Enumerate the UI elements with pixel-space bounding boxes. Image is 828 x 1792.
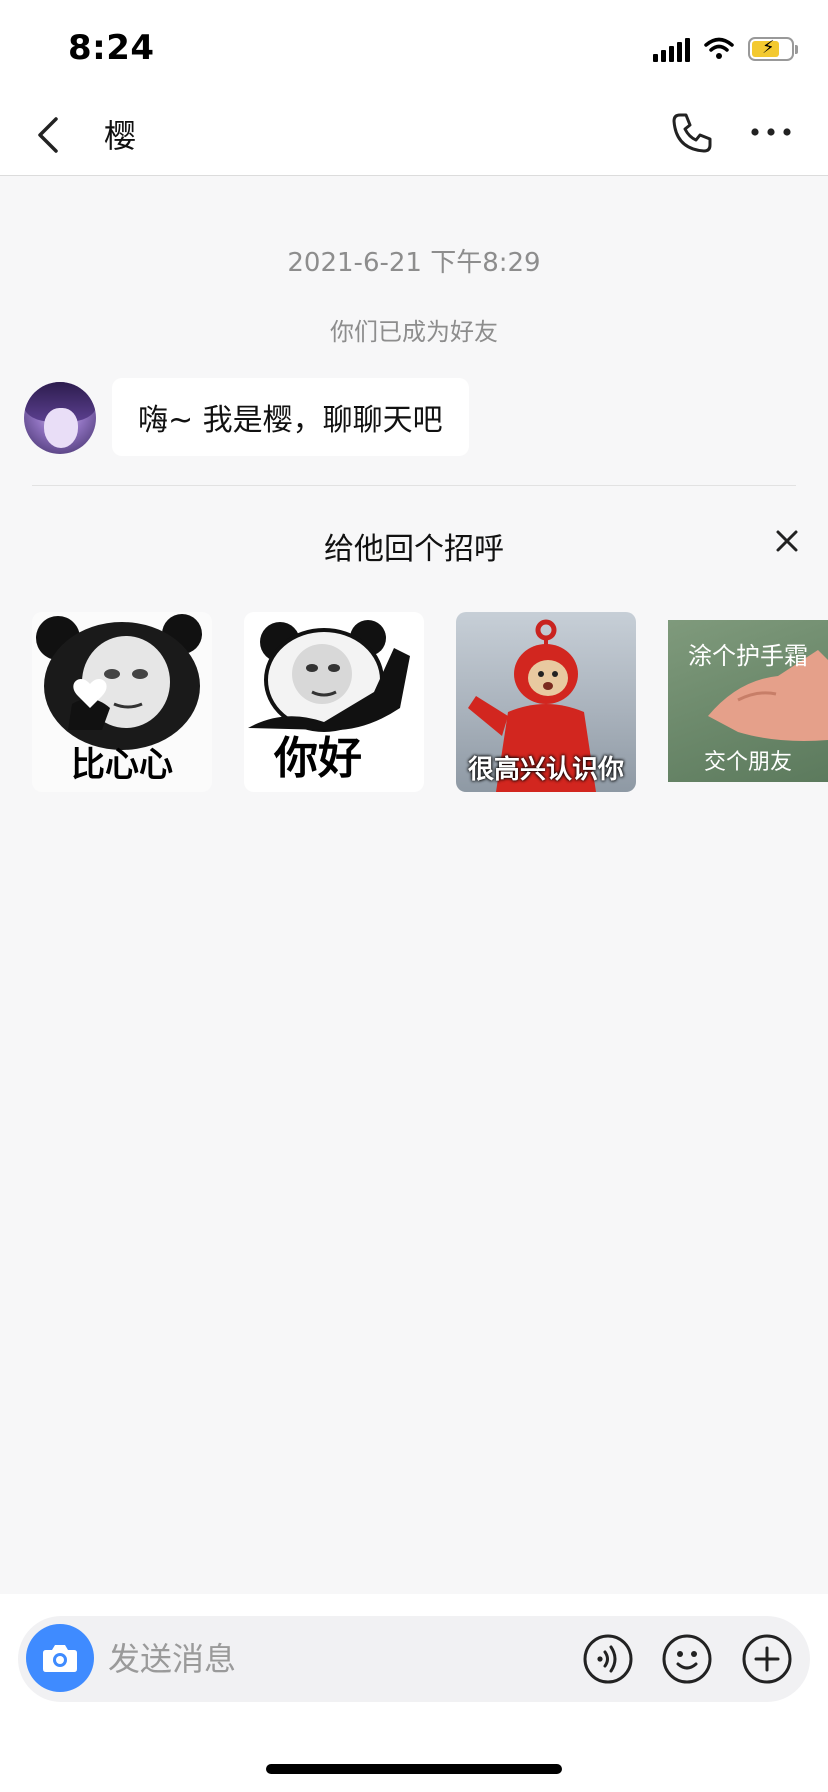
emoji-button[interactable] xyxy=(661,1633,713,1685)
chat-timestamp: 2021-6-21 下午8:29 xyxy=(287,248,541,278)
message-bubble[interactable]: 嗨~ 我是樱，聊聊天吧 xyxy=(112,378,469,456)
sticker-top-text: 涂个护手霜 xyxy=(688,642,808,670)
voice-button[interactable] xyxy=(582,1633,634,1685)
close-greeting-button[interactable] xyxy=(774,528,800,554)
wifi-icon xyxy=(704,37,734,59)
home-indicator xyxy=(266,1764,562,1774)
sticker-caption: 你好 xyxy=(274,733,362,784)
sticker-jiaogepengyou[interactable]: 涂个护手霜 交个朋友 xyxy=(668,620,828,782)
sticker-nihao[interactable]: 你好 xyxy=(244,612,424,792)
status-bar: 8:24 ⚡ xyxy=(0,0,828,95)
greeting-title: 给他回个招呼 xyxy=(324,532,504,567)
sticker-caption: 很高兴认识你 xyxy=(467,755,624,785)
sticker-bixinxin[interactable]: 比心心 xyxy=(32,612,212,792)
plus-button[interactable] xyxy=(741,1633,793,1685)
status-icons: ⚡ xyxy=(653,34,798,64)
divider xyxy=(32,485,796,486)
more-options-button[interactable] xyxy=(748,117,794,147)
chat-header: 樱 xyxy=(0,95,828,176)
contact-name: 樱 xyxy=(104,117,137,155)
camera-button[interactable] xyxy=(26,1624,94,1692)
back-button[interactable] xyxy=(30,111,70,159)
system-message: 你们已成为好友 xyxy=(330,318,498,346)
battery-icon: ⚡ xyxy=(748,37,798,61)
sticker-caption: 比心心 xyxy=(71,745,173,785)
sticker-henggaoxing[interactable]: 很高兴认识你 xyxy=(456,612,636,792)
camera-icon xyxy=(43,1645,77,1672)
status-time: 8:24 xyxy=(68,28,155,68)
cellular-signal-icon xyxy=(653,36,690,62)
sticker-caption: 交个朋友 xyxy=(703,750,792,775)
phone-call-button[interactable] xyxy=(668,109,716,157)
contact-avatar[interactable] xyxy=(24,382,96,454)
message-input[interactable] xyxy=(108,1636,558,1682)
